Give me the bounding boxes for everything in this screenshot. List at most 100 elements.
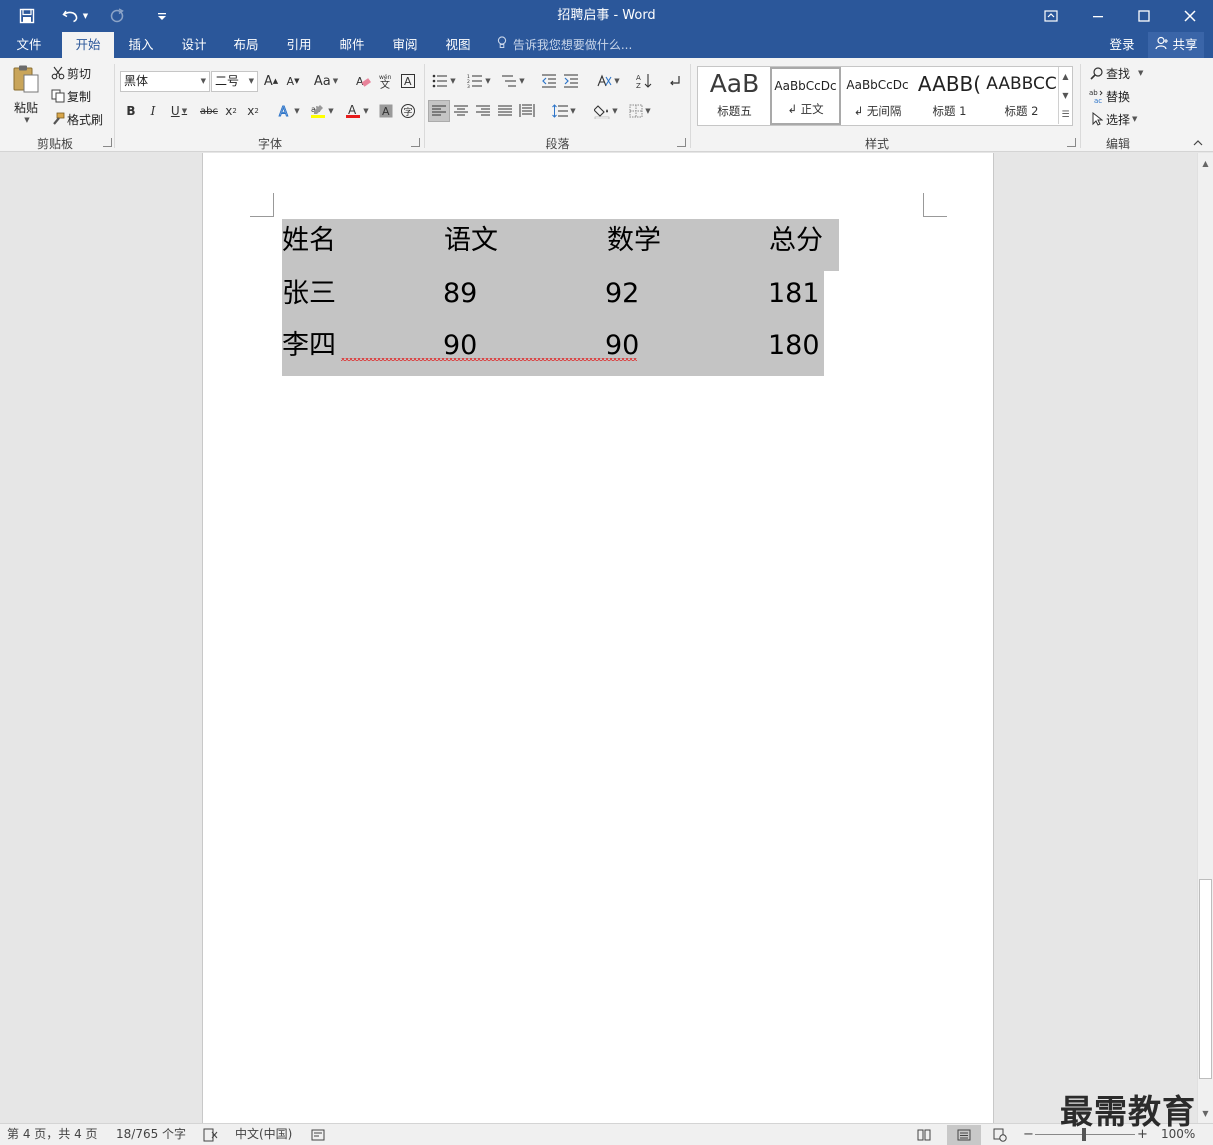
style-heading-2[interactable]: AABBCC 标题 2 [986,67,1057,125]
table-cell[interactable]: 李四 [282,330,336,362]
decrease-indent-icon[interactable] [538,70,560,92]
text-effects-icon[interactable]: A ▼ [274,100,304,122]
table-header-cell[interactable]: 姓名 [282,225,336,257]
bullets-icon[interactable]: ▼ [428,70,460,92]
text-highlight-icon[interactable]: ab▼ [306,100,338,122]
language-indicator[interactable]: 中文(中国) [235,1124,292,1145]
copy-button[interactable]: 复制 [49,87,91,105]
style-no-spacing[interactable]: AaBbCcDc ↲ 无间隔 [842,67,913,125]
tab-review[interactable]: 审阅 [380,32,430,58]
italic-icon[interactable]: I [142,100,164,122]
replace-button[interactable]: ab ac 替换 [1088,87,1130,105]
distributed-icon[interactable] [516,100,538,122]
bold-icon[interactable]: B [120,100,142,122]
redo-icon[interactable] [106,0,128,32]
justify-icon[interactable] [494,100,516,122]
paragraph-dialog-launcher[interactable] [677,138,686,147]
shrink-font-icon[interactable]: A ▼ [282,70,304,92]
tab-references[interactable]: 引用 [274,32,324,58]
chinese-layout-icon[interactable]: ▼ [592,70,624,92]
maximize-icon[interactable] [1121,0,1167,32]
shading-icon[interactable]: ▼ [590,100,622,122]
styles-scroll-down-icon[interactable]: ▼ [1058,86,1072,105]
table-cell[interactable]: 89 [443,278,477,310]
font-family-select[interactable]: 黑体 ▼ [120,71,210,92]
save-icon[interactable] [12,0,42,32]
table-cell[interactable]: 92 [605,278,639,310]
table-header-cell[interactable]: 语文 [444,225,498,257]
undo-icon[interactable]: ▼ [58,0,92,32]
superscript-icon[interactable]: x2 [242,100,264,122]
borders-icon[interactable]: ▼ [624,100,656,122]
table-header-cell[interactable]: 总分 [769,225,823,257]
scroll-down-icon[interactable]: ▼ [1198,1105,1213,1121]
paste-button[interactable]: 粘贴 ▼ [8,64,44,128]
print-layout-icon[interactable] [947,1125,981,1145]
select-button[interactable]: 选择 ▼ [1088,110,1137,128]
share-button[interactable]: 共享 [1148,32,1204,58]
proofing-icon[interactable] [203,1124,219,1145]
align-center-icon[interactable] [450,100,472,122]
align-left-icon[interactable] [428,100,450,122]
format-painter-button[interactable]: 格式刷 [49,110,103,128]
macro-recording-icon[interactable] [311,1124,325,1145]
tab-insert[interactable]: 插入 [116,32,166,58]
styles-scroll-up-icon[interactable]: ▲ [1058,67,1072,86]
style-normal[interactable]: AaBbCcDc ↲ 正文 [770,67,841,125]
collapse-ribbon-icon[interactable] [1188,134,1208,150]
phonetic-guide-icon[interactable]: wén 文 [374,70,396,92]
tab-home[interactable]: 开始 [62,32,114,58]
tab-layout[interactable]: 布局 [221,32,271,58]
find-button[interactable]: 查找 ▼ [1088,64,1143,82]
styles-dialog-launcher[interactable] [1067,138,1076,147]
character-shading-icon[interactable]: A [375,100,397,122]
align-right-icon[interactable] [472,100,494,122]
styles-more-icon[interactable]: ☰ [1058,105,1072,124]
tab-design[interactable]: 设计 [169,32,219,58]
tab-view[interactable]: 视图 [433,32,483,58]
customize-icon[interactable] [152,0,172,32]
ribbon-display-options-icon[interactable] [1028,0,1074,32]
login-link[interactable]: 登录 [1102,32,1142,58]
multilevel-list-icon[interactable]: ▼ [497,70,529,92]
vertical-scrollbar[interactable]: ▲ ▼ [1197,153,1213,1123]
grow-font-icon[interactable]: A ▲ [260,70,282,92]
zoom-out-icon[interactable]: − [1023,1124,1034,1145]
sort-icon[interactable]: AZ [633,70,655,92]
document-page[interactable]: 姓名 语文 数学 总分 张三 89 92 181 李四 90 90 180 [202,153,994,1123]
scrollbar-thumb[interactable] [1199,879,1212,1079]
change-case-button[interactable]: Aa ▼ [310,70,342,92]
close-icon[interactable] [1167,0,1213,32]
minimize-icon[interactable] [1075,0,1121,32]
font-color-icon[interactable]: A ▼ [341,100,373,122]
clear-formatting-icon[interactable]: A [352,70,374,92]
cut-button[interactable]: 剪切 [49,64,91,82]
word-count[interactable]: 18/765 个字 [116,1124,186,1145]
tell-me-box[interactable]: 告诉我您想要做什么... [497,32,632,58]
increase-indent-icon[interactable] [560,70,582,92]
table-cell[interactable]: 张三 [282,278,336,310]
table-cell[interactable]: 180 [768,330,820,362]
style-heading-5[interactable]: AaB 标题五 [699,67,770,125]
subscript-icon[interactable]: x2 [220,100,242,122]
enclose-characters-icon[interactable]: 字 [397,100,419,122]
table-header-cell[interactable]: 数学 [607,225,661,257]
font-dialog-launcher[interactable] [411,138,420,147]
underline-icon[interactable]: U ▼ [163,100,195,122]
table-cell[interactable]: 181 [768,278,820,310]
character-border-icon[interactable]: A [397,70,419,92]
strikethrough-icon[interactable]: abc [198,100,220,122]
page-count[interactable]: 第 4 页，共 4 页 [7,1124,98,1145]
show-formatting-marks-icon[interactable] [664,70,686,92]
scroll-up-icon[interactable]: ▲ [1198,155,1213,171]
web-layout-icon[interactable] [989,1125,1011,1145]
font-size-select[interactable]: 二号 ▼ [211,71,258,92]
tab-file[interactable]: 文件 [4,32,54,58]
tab-mailings[interactable]: 邮件 [327,32,377,58]
line-spacing-icon[interactable]: ▼ [548,100,580,122]
numbering-icon[interactable]: 1 2 3 ▼ [463,70,495,92]
style-heading-1[interactable]: AABB( 标题 1 [914,67,985,125]
read-mode-icon[interactable] [913,1125,935,1145]
clipboard-dialog-launcher[interactable] [103,138,112,147]
tell-me-placeholder: 告诉我您想要做什么... [512,38,633,52]
